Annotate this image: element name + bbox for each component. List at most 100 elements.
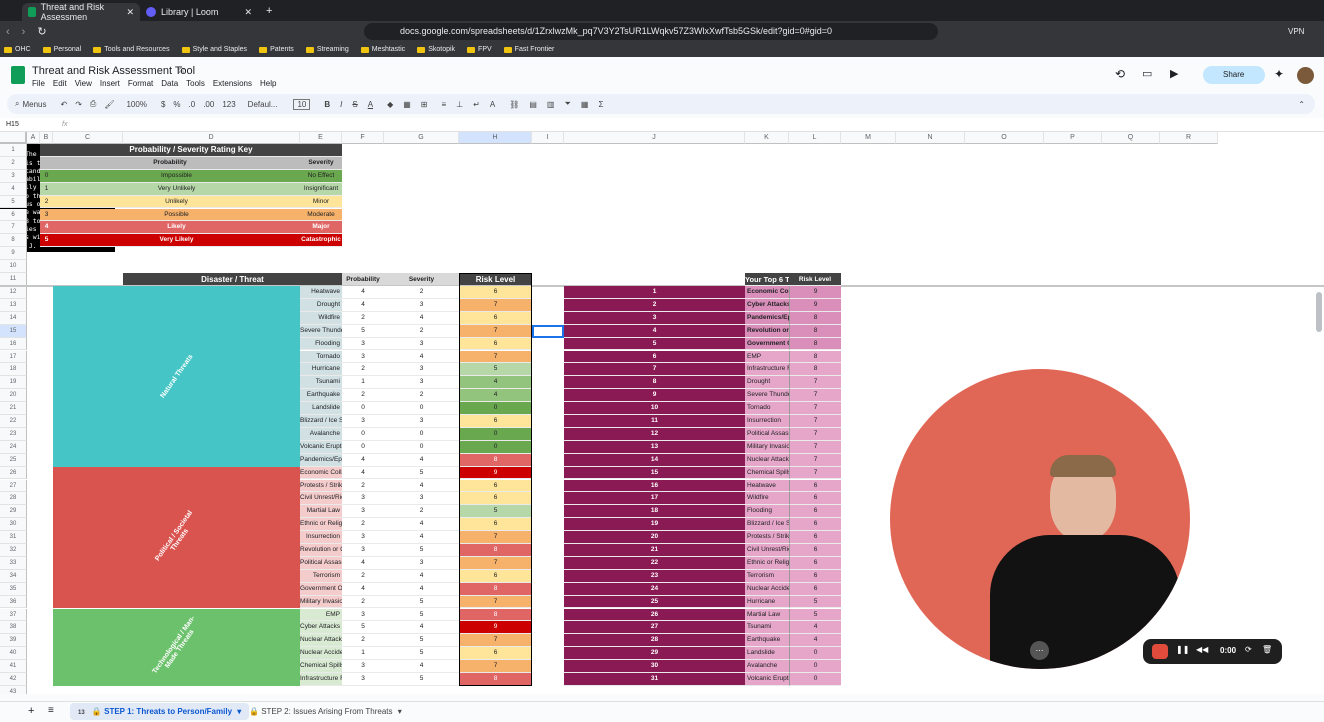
severity-input[interactable]: 5	[384, 544, 459, 557]
row-header[interactable]: 22	[0, 415, 27, 428]
menu-extensions[interactable]: Extensions	[213, 79, 252, 88]
row-header[interactable]: 36	[0, 595, 27, 609]
row-header[interactable]: 28	[0, 492, 27, 506]
text-color-icon[interactable]: A	[368, 100, 373, 109]
bookmark-item[interactable]: Skotopik	[417, 46, 455, 53]
severity-input[interactable]: 4	[384, 453, 459, 467]
wrap-icon[interactable]: ↵	[473, 100, 480, 109]
zoom-select[interactable]: 100%	[126, 100, 146, 109]
severity-input[interactable]: 4	[384, 582, 459, 596]
probability-input[interactable]: 5	[342, 621, 384, 635]
column-header[interactable]: I	[532, 132, 564, 144]
probability-input[interactable]: 3	[342, 608, 384, 622]
probability-input[interactable]: 2	[342, 389, 384, 403]
severity-input[interactable]: 0	[384, 427, 459, 441]
row-header[interactable]: 10	[0, 260, 27, 273]
probability-input[interactable]: 0	[342, 427, 384, 441]
column-header[interactable]: N	[896, 132, 965, 144]
bold-icon[interactable]: B	[324, 100, 330, 109]
row-header[interactable]: 14	[0, 311, 27, 325]
column-header[interactable]: G	[384, 132, 459, 144]
bookmark-item[interactable]: Patents	[259, 46, 294, 53]
decrease-decimal-button[interactable]: .0	[189, 100, 196, 109]
probability-input[interactable]: 3	[342, 660, 384, 673]
column-header[interactable]: R	[1160, 132, 1218, 144]
bookmark-item[interactable]: Streaming	[305, 46, 349, 53]
redo-icon[interactable]: ↷	[75, 100, 82, 109]
meet-icon[interactable]: ▶	[1170, 67, 1178, 80]
font-size-field[interactable]: 10	[293, 98, 311, 110]
forward-icon[interactable]: ›	[22, 26, 26, 38]
row-header[interactable]: 25	[0, 453, 27, 467]
severity-input[interactable]: 4	[384, 531, 459, 544]
probability-input[interactable]: 2	[342, 569, 384, 583]
star-icon[interactable]: ☆	[177, 65, 186, 76]
bookmark-item[interactable]: OHC	[4, 46, 31, 53]
probability-input[interactable]: 1	[342, 647, 384, 661]
severity-input[interactable]: 5	[384, 634, 459, 648]
bookmark-item[interactable]: Meshtastic	[360, 46, 405, 53]
menu-file[interactable]: File	[32, 79, 45, 88]
borders-icon[interactable]: ▦	[403, 100, 411, 109]
font-select[interactable]: Defaul...	[248, 100, 278, 109]
severity-input[interactable]: 2	[384, 286, 459, 299]
column-header[interactable]: J	[564, 132, 745, 144]
row-header[interactable]: 32	[0, 544, 27, 557]
column-header[interactable]: B	[40, 132, 53, 144]
column-header[interactable]: M	[841, 132, 896, 144]
filter-views-icon[interactable]: ▦	[581, 100, 589, 109]
row-header[interactable]: 31	[0, 531, 27, 544]
row-header[interactable]: 2	[0, 156, 27, 170]
sheet-tab-step1[interactable]: 13 🔒 STEP 1: Threats to Person/Family ▾	[70, 703, 250, 720]
probability-input[interactable]: 2	[342, 595, 384, 609]
column-header[interactable]: L	[789, 132, 841, 144]
row-header[interactable]: 37	[0, 608, 27, 622]
column-header[interactable]: D	[123, 132, 300, 144]
currency-button[interactable]: $	[161, 100, 165, 109]
menu-edit[interactable]: Edit	[53, 79, 67, 88]
rotate-icon[interactable]: A	[490, 100, 495, 109]
row-header[interactable]: 41	[0, 660, 27, 673]
sheet-tab-step2[interactable]: 🔒 STEP 2: Issues Arising From Threats ▾	[243, 703, 408, 720]
functions-icon[interactable]: Σ	[598, 100, 603, 109]
row-header[interactable]: 38	[0, 621, 27, 635]
severity-input[interactable]: 4	[384, 311, 459, 325]
probability-input[interactable]: 1	[342, 376, 384, 390]
severity-input[interactable]: 3	[384, 376, 459, 390]
row-header[interactable]: 24	[0, 440, 27, 454]
bookmark-item[interactable]: Personal	[42, 46, 81, 53]
more-options-icon[interactable]: ⋯	[1030, 641, 1049, 660]
menu-data[interactable]: Data	[161, 79, 178, 88]
share-button[interactable]: Share	[1203, 66, 1265, 84]
probability-input[interactable]: 4	[342, 582, 384, 596]
severity-input[interactable]: 4	[384, 479, 459, 493]
doc-title[interactable]: Threat and Risk Assessment Tool	[32, 65, 195, 77]
probability-input[interactable]: 4	[342, 556, 384, 570]
probability-input[interactable]: 0	[342, 440, 384, 454]
column-header[interactable]: Q	[1102, 132, 1160, 144]
filter-icon[interactable]: ⏷	[564, 99, 570, 109]
severity-input[interactable]: 5	[384, 466, 459, 480]
severity-input[interactable]: 3	[384, 298, 459, 312]
row-header[interactable]: 21	[0, 402, 27, 415]
vpn-badge[interactable]: VPN	[1288, 27, 1304, 36]
column-header[interactable]: H	[459, 132, 532, 144]
probability-input[interactable]: 2	[342, 363, 384, 377]
history-icon[interactable]: ⟲	[1115, 67, 1125, 81]
close-icon[interactable]: ✕	[126, 7, 134, 18]
merge-icon[interactable]: ⊞	[421, 100, 428, 109]
reload-icon[interactable]: ↻	[37, 25, 46, 38]
strikethrough-icon[interactable]: S	[352, 100, 357, 109]
probability-input[interactable]: 2	[342, 311, 384, 325]
probability-input[interactable]: 5	[342, 324, 384, 338]
probability-input[interactable]: 3	[342, 531, 384, 544]
severity-input[interactable]: 4	[384, 569, 459, 583]
row-header[interactable]: 23	[0, 427, 27, 441]
chevron-down-icon[interactable]: ▾	[237, 707, 241, 716]
probability-input[interactable]: 3	[342, 505, 384, 519]
row-header[interactable]: 17	[0, 350, 27, 364]
probability-input[interactable]: 2	[342, 479, 384, 493]
menu-insert[interactable]: Insert	[100, 79, 120, 88]
loom-camera-bubble[interactable]: ⋯	[890, 369, 1190, 669]
row-header[interactable]: 33	[0, 556, 27, 570]
